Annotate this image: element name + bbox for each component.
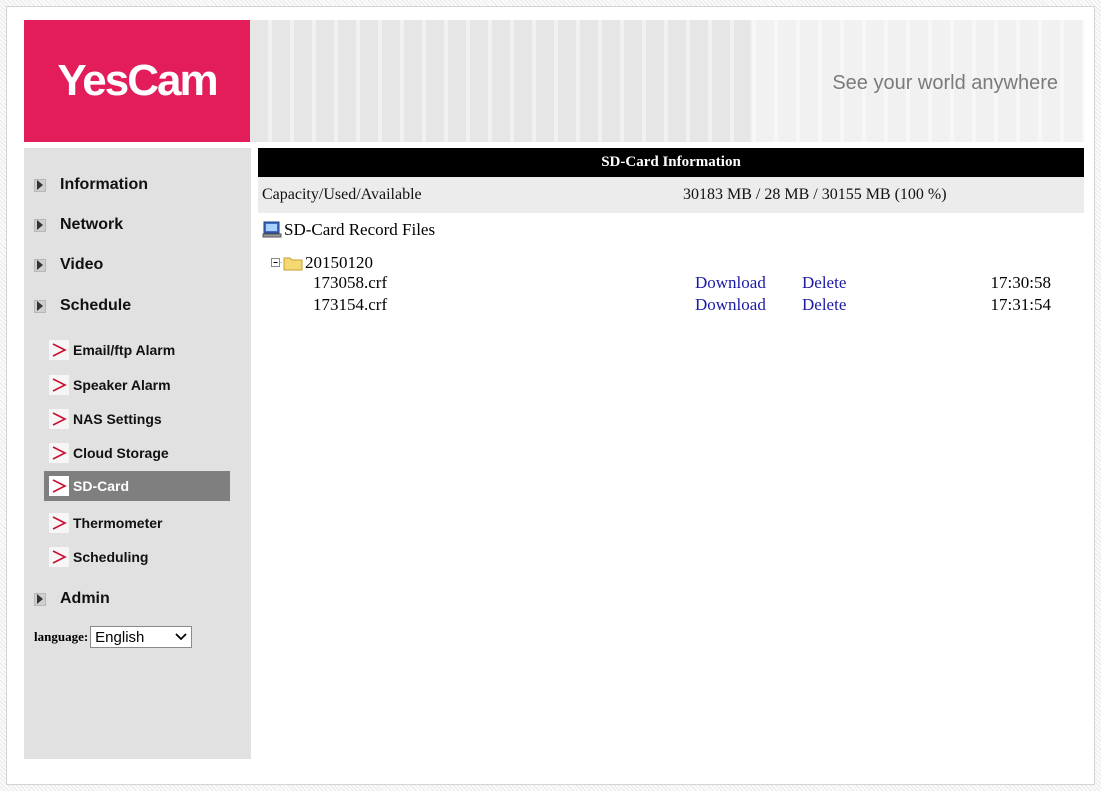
folder-icon [283, 257, 303, 271]
main-content: SD-Card Information Capacity/Used/Availa… [258, 148, 1084, 317]
subnav-item-email-ftp-alarm[interactable]: Email/ftp Alarm [44, 335, 230, 365]
monitor-icon [262, 221, 282, 238]
file-time: 17:31:54 [990, 295, 1051, 314]
chevron-right-icon [49, 443, 69, 463]
capacity-row: Capacity/Used/Available 30183 MB / 28 MB… [258, 177, 1084, 213]
language-selected: English [95, 628, 145, 646]
delete-link[interactable]: Delete [802, 295, 846, 315]
record-files-header: SD-Card Record Files [258, 219, 1084, 241]
subnav-item-sd-card[interactable]: SD-Card [44, 471, 230, 501]
file-time: 17:30:58 [990, 273, 1051, 292]
nav-item-information[interactable]: Information [34, 174, 148, 196]
triangle-right-icon [34, 592, 46, 606]
sidebar: Information Network Video Schedule Email… [24, 148, 251, 759]
nav-item-label: Information [60, 176, 148, 193]
subnav-item-label: SD-Card [73, 478, 130, 494]
delete-link[interactable]: Delete [802, 273, 846, 293]
chevron-down-icon [175, 633, 187, 641]
chevron-right-icon [49, 476, 69, 496]
subnav-item-speaker-alarm[interactable]: Speaker Alarm [44, 370, 230, 400]
subnav-item-label: Speaker Alarm [73, 377, 171, 393]
chevron-right-icon [49, 513, 69, 533]
download-link[interactable]: Download [695, 295, 766, 315]
tree-collapse-icon[interactable] [270, 257, 282, 269]
section-title-text: SD-Card Information [601, 154, 741, 170]
file-row: 173058.crf Download Delete 17:30:58 [258, 273, 1084, 295]
subnav-item-nas-settings[interactable]: NAS Settings [44, 404, 230, 434]
chevron-right-icon [49, 375, 69, 395]
tagline: See your world anywhere [832, 72, 1058, 94]
download-link[interactable]: Download [695, 273, 766, 293]
language-row: language: English [34, 626, 193, 648]
subnav-item-label: Scheduling [73, 549, 149, 565]
capacity-label: Capacity/Used/Available [262, 186, 422, 203]
nav-item-schedule[interactable]: Schedule [34, 295, 131, 317]
capacity-value: 30183 MB / 28 MB / 30155 MB (100 %) [683, 186, 947, 203]
nav-item-admin[interactable]: Admin [34, 588, 110, 610]
subnav-item-label: Thermometer [73, 515, 163, 531]
nav-item-label: Video [60, 256, 104, 273]
nav-item-label: Schedule [60, 297, 132, 314]
file-row: 173154.crf Download Delete 17:31:54 [258, 295, 1084, 317]
chevron-right-icon [49, 409, 69, 429]
header-banner: See your world anywhere [250, 20, 1084, 142]
triangle-right-icon [34, 258, 46, 272]
chevron-right-icon [49, 547, 69, 567]
triangle-right-icon [34, 178, 46, 192]
folder-name: 20150120 [305, 253, 373, 272]
subnav-item-label: Email/ftp Alarm [73, 342, 176, 358]
chevron-right-icon [49, 340, 69, 360]
subnav-item-scheduling[interactable]: Scheduling [44, 542, 230, 572]
record-files-label: SD-Card Record Files [284, 220, 436, 239]
language-label: language: [34, 629, 89, 644]
logo: YesCam [24, 20, 250, 142]
file-name: 173058.crf [313, 273, 388, 292]
subnav-item-label: Cloud Storage [73, 445, 169, 461]
triangle-right-icon [34, 299, 46, 313]
nav-item-video[interactable]: Video [34, 254, 103, 276]
folder-row[interactable]: 20150120 [258, 253, 1084, 273]
triangle-right-icon [34, 218, 46, 232]
subnav-item-thermometer[interactable]: Thermometer [44, 508, 230, 538]
subnav-item-label: NAS Settings [73, 411, 162, 427]
nav-item-label: Admin [60, 590, 110, 607]
nav-item-label: Network [60, 216, 124, 233]
file-name: 173154.crf [313, 295, 388, 314]
logo-text: YesCam [57, 56, 218, 105]
language-select[interactable]: English [90, 626, 193, 648]
section-title: SD-Card Information [258, 148, 1084, 177]
subnav-item-cloud-storage[interactable]: Cloud Storage [44, 438, 230, 468]
nav-item-network[interactable]: Network [34, 214, 123, 236]
